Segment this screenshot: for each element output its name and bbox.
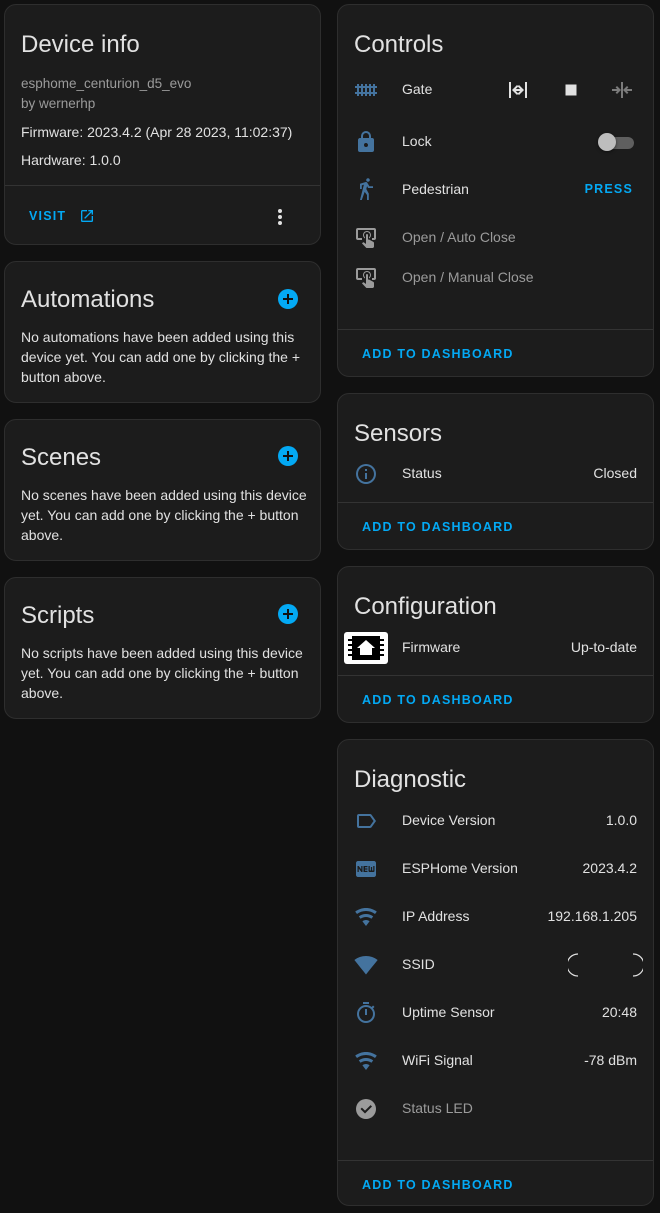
open-auto-close-label: Open / Auto Close <box>402 229 516 245</box>
automations-card: Automations No automations have been add… <box>4 261 321 403</box>
controls-title: Controls <box>354 31 444 58</box>
visit-label: VISIT <box>29 208 67 223</box>
visit-button[interactable]: VISIT <box>29 207 95 227</box>
add-script-button[interactable] <box>278 604 298 624</box>
sensors-add-to-dashboard-button[interactable]: ADD TO DASHBOARD <box>362 520 514 534</box>
ssid-value-box <box>568 953 643 977</box>
add-scene-button[interactable] <box>278 446 298 466</box>
gate-open-icon[interactable] <box>506 78 530 102</box>
wifi-signal-label: WiFi Signal <box>402 1052 473 1068</box>
lock-label: Lock <box>402 133 432 149</box>
new-badge-icon <box>354 857 378 881</box>
diagnostic-title: Diagnostic <box>354 766 467 793</box>
pedestrian-press-button[interactable]: PRESS <box>585 182 633 196</box>
gate-row[interactable]: Gate <box>338 70 653 110</box>
device-info-card: Device info esphome_centurion_d5_evo by … <box>4 4 321 245</box>
uptime-row[interactable]: Uptime Sensor 20:48 <box>338 993 653 1033</box>
pedestrian-row[interactable]: Pedestrian PRESS <box>338 170 653 210</box>
scripts-empty-text: No scripts have been added using this de… <box>21 645 303 701</box>
esphome-version-label: ESPHome Version <box>402 860 518 876</box>
open-auto-close-row[interactable]: Open / Auto Close <box>338 218 653 258</box>
device-manufacturer: by wernerhp <box>21 96 96 111</box>
device-version-row[interactable]: Device Version 1.0.0 <box>338 801 653 841</box>
gate-stop-icon[interactable] <box>559 78 583 102</box>
scripts-card: Scripts No scripts have been added using… <box>4 577 321 719</box>
hardware-info: Hardware: 1.0.0 <box>21 152 121 168</box>
firmware-value: Up-to-date <box>570 639 637 655</box>
open-manual-close-row[interactable]: Open / Manual Close <box>338 258 653 298</box>
sensors-title: Sensors <box>354 420 443 447</box>
lock-icon <box>354 130 378 154</box>
gate-close-icon[interactable] <box>610 78 634 102</box>
diagnostic-add-to-dashboard-button[interactable]: ADD TO DASHBOARD <box>362 1178 514 1192</box>
tag-icon <box>354 809 378 833</box>
ssid-row[interactable]: SSID <box>338 945 653 985</box>
device-version-value: 1.0.0 <box>605 812 637 828</box>
divider <box>338 329 653 330</box>
uptime-value: 20:48 <box>601 1004 637 1020</box>
information-outline-icon <box>354 462 378 486</box>
walk-icon <box>354 178 378 202</box>
device-version-label: Device Version <box>402 812 496 828</box>
lock-row[interactable]: Lock <box>338 122 653 162</box>
divider <box>338 675 653 676</box>
status-label: Status <box>402 465 442 481</box>
controls-card: Controls Gate Lock Pedestrian PRESS Open… <box>337 4 654 377</box>
lock-toggle[interactable] <box>598 133 634 151</box>
divider <box>338 502 653 503</box>
scenes-title: Scenes <box>21 444 102 471</box>
controls-add-to-dashboard-button[interactable]: ADD TO DASHBOARD <box>362 347 514 361</box>
gesture-tap-button-icon <box>354 266 378 290</box>
ip-address-label: IP Address <box>402 908 470 924</box>
ssid-label: SSID <box>402 956 435 972</box>
wifi-icon <box>354 905 378 929</box>
status-value: Closed <box>593 465 637 481</box>
scenes-card: Scenes No scenes have been added using t… <box>4 419 321 561</box>
scenes-empty-text: No scenes have been added using this dev… <box>21 487 307 543</box>
divider <box>5 185 320 186</box>
wifi-signal-value: -78 dBm <box>584 1052 637 1068</box>
configuration-title: Configuration <box>354 593 497 620</box>
wifi-strength-icon <box>354 953 378 977</box>
device-info-title: Device info <box>21 31 140 58</box>
esphome-version-value: 2023.4.2 <box>582 860 638 876</box>
configuration-card: Configuration Firmware Up-to-date ADD TO… <box>337 566 654 723</box>
automations-empty-text: No automations have been added using thi… <box>21 329 301 385</box>
more-options-icon[interactable] <box>268 205 292 229</box>
wifi-signal-row[interactable]: WiFi Signal -78 dBm <box>338 1041 653 1081</box>
check-circle-icon <box>354 1097 378 1121</box>
scripts-title: Scripts <box>21 602 95 629</box>
diagnostic-card: Diagnostic Device Version 1.0.0 ESPHome … <box>337 739 654 1206</box>
timer-icon <box>354 1001 378 1025</box>
ip-address-row[interactable]: IP Address 192.168.1.205 <box>338 897 653 937</box>
firmware-row[interactable]: Firmware Up-to-date <box>338 628 653 668</box>
device-name: esphome_centurion_d5_evo <box>21 76 192 91</box>
firmware-label: Firmware <box>402 639 461 655</box>
status-led-row[interactable]: Status LED <box>338 1089 653 1129</box>
status-row[interactable]: Status Closed <box>338 454 653 494</box>
ip-address-value: 192.168.1.205 <box>547 908 637 924</box>
add-automation-button[interactable] <box>278 289 298 309</box>
gate-label: Gate <box>402 81 433 97</box>
automations-title: Automations <box>21 286 155 313</box>
esphome-version-row[interactable]: ESPHome Version 2023.4.2 <box>338 849 653 889</box>
uptime-label: Uptime Sensor <box>402 1004 495 1020</box>
esphome-logo-icon <box>344 632 388 664</box>
open-in-new-icon <box>79 208 95 224</box>
status-led-label: Status LED <box>402 1100 473 1116</box>
divider <box>338 1160 653 1161</box>
open-manual-close-label: Open / Manual Close <box>402 269 534 285</box>
wifi-icon <box>354 1049 378 1073</box>
sensors-card: Sensors Status Closed ADD TO DASHBOARD <box>337 393 654 550</box>
firmware-info: Firmware: 2023.4.2 (Apr 28 2023, 11:02:3… <box>21 124 293 140</box>
configuration-add-to-dashboard-button[interactable]: ADD TO DASHBOARD <box>362 693 514 707</box>
gesture-tap-button-icon <box>354 226 378 250</box>
gate-icon <box>354 78 378 102</box>
pedestrian-label: Pedestrian <box>402 181 469 197</box>
